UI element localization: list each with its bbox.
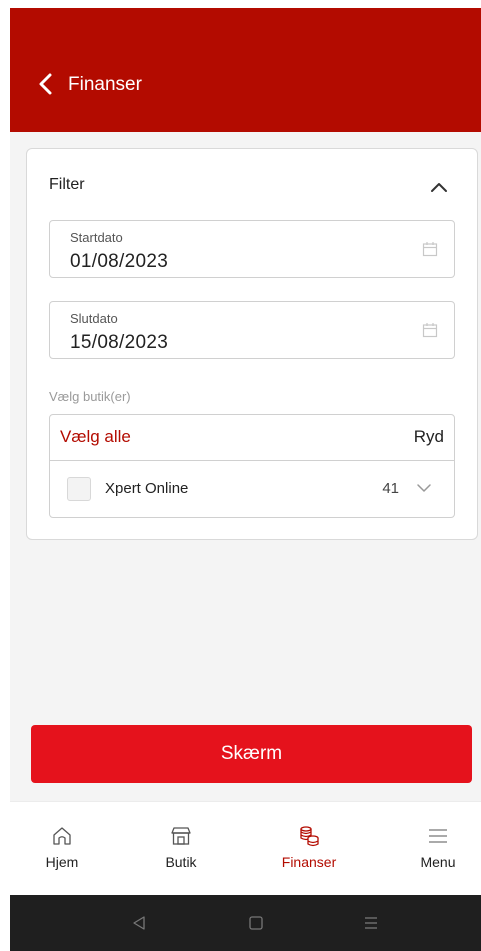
nav-item-menu[interactable]: Menu (393, 816, 481, 886)
start-date-label: Startdato (70, 230, 123, 245)
store-row-xpert-online[interactable]: Xpert Online 41 (50, 461, 454, 517)
store-name: Xpert Online (105, 480, 189, 497)
system-navigation-bar (10, 895, 481, 951)
bottom-nav: Hjem Butik Finanser Menu (10, 801, 481, 896)
calendar-icon[interactable] (422, 241, 438, 257)
store-checkbox[interactable] (67, 477, 91, 501)
select-all-button[interactable]: Vælg alle (60, 427, 131, 447)
store-select-label: Vælg butik(er) (49, 389, 131, 404)
submit-button[interactable]: Skærm (31, 725, 472, 783)
status-strip (0, 0, 481, 8)
home-square-icon[interactable] (247, 915, 265, 931)
nav-item-finance[interactable]: Finanser (264, 816, 354, 886)
chevron-down-icon[interactable] (416, 482, 432, 494)
menu-icon (429, 829, 447, 843)
start-date-field[interactable]: Startdato 01/08/2023 (49, 220, 455, 278)
recents-icon[interactable] (362, 915, 380, 931)
chevron-left-icon (39, 73, 52, 95)
nav-label-menu: Menu (420, 854, 456, 870)
back-button[interactable] (36, 70, 56, 98)
coins-icon (300, 826, 319, 847)
nav-label-home: Hjem (45, 854, 79, 870)
clear-button[interactable]: Ryd (414, 427, 444, 447)
filter-card: Filter Startdato 01/08/2023 Slutdato 15/… (26, 148, 478, 540)
start-date-value: 01/08/2023 (70, 251, 169, 272)
end-date-label: Slutdato (70, 311, 118, 326)
calendar-icon[interactable] (422, 322, 438, 338)
page-title: Finanser (68, 74, 142, 95)
filter-title: Filter (49, 176, 85, 193)
store-select-header: Vælg alle Ryd (50, 415, 454, 461)
home-icon (53, 827, 71, 845)
nav-label-store: Butik (165, 854, 197, 870)
store-count: 41 (382, 480, 399, 497)
app-header: Finanser (10, 8, 481, 132)
nav-item-home[interactable]: Hjem (17, 816, 107, 886)
store-select-box: Vælg alle Ryd Xpert Online 41 (49, 414, 455, 518)
filter-collapse-button[interactable] (427, 177, 451, 197)
back-triangle-icon[interactable] (130, 915, 148, 931)
end-date-field[interactable]: Slutdato 15/08/2023 (49, 301, 455, 359)
chevron-up-icon (431, 183, 447, 192)
end-date-value: 15/08/2023 (70, 332, 169, 353)
store-icon (171, 827, 191, 845)
nav-item-store[interactable]: Butik (136, 816, 226, 886)
nav-label-finance: Finanser (281, 854, 337, 870)
